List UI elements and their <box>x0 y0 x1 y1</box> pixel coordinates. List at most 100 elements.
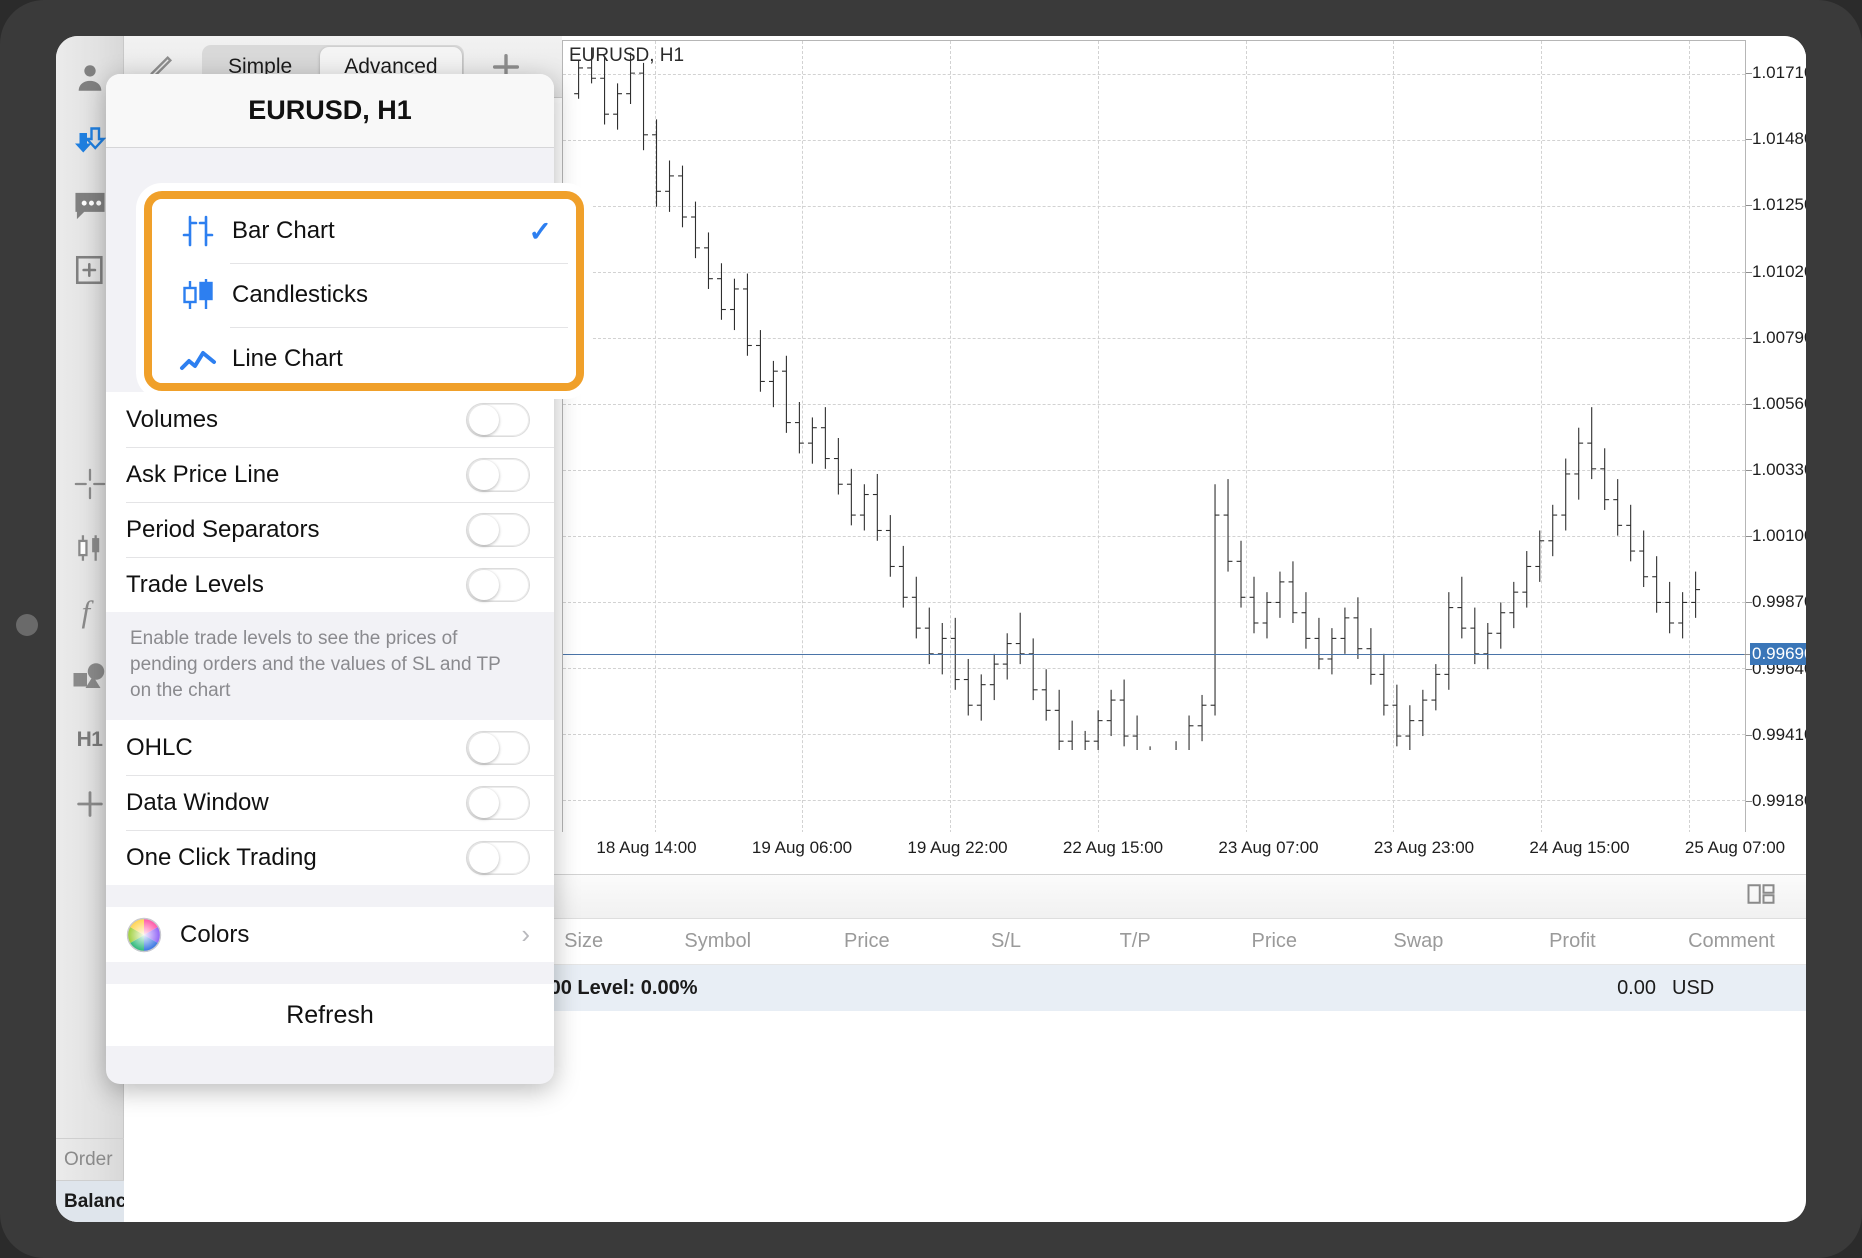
chart-type-label: Line Chart <box>232 345 343 372</box>
chart-type-label: Candlesticks <box>232 281 369 308</box>
chart-symbol-label: EURUSD, H1 <box>569 45 685 66</box>
column-header-price[interactable]: Price <box>1200 930 1349 953</box>
price-tick-label: 1.00330 <box>1745 460 1806 480</box>
display-options-group: Volumes Ask Price Line Period Separators Tr… <box>106 392 554 612</box>
chat-bubble-icon <box>74 192 105 220</box>
menu-item-colors[interactable]: Colors › <box>106 907 554 962</box>
setting-row-trade-levels[interactable]: Trade Levels <box>106 557 554 612</box>
column-header-comment[interactable]: Comment <box>1657 930 1806 953</box>
device-frame: f H1 Order Balance Simple Advanced EURUS… <box>0 0 1862 1258</box>
sidebar-label-balance: Balance <box>56 1180 137 1222</box>
bezel-camera-dot <box>16 614 38 636</box>
popover-gap-1 <box>106 148 554 170</box>
gridline-horizontal <box>563 800 1745 801</box>
time-tick-label: 19 Aug 22:00 <box>907 838 1008 857</box>
menu-item-line-chart[interactable]: Line Chart <box>152 327 576 383</box>
chart-type-group: Bar Chart ✓ Candlesticks Line Chart <box>152 199 576 383</box>
setting-row-volumes[interactable]: Volumes <box>106 392 554 447</box>
toggle-period-separators[interactable] <box>466 512 530 547</box>
toggle-ohlc[interactable] <box>466 730 530 765</box>
bar-chart-icon <box>178 214 232 248</box>
time-tick-label: 23 Aug 07:00 <box>1218 838 1319 857</box>
time-tick-label: 19 Aug 06:00 <box>751 838 853 857</box>
extra-options-group: OHLC Data Window One Click Trading <box>106 720 554 885</box>
column-header-symbol[interactable]: Symbol <box>643 930 792 953</box>
price-tick-label: 0.99180 <box>1745 791 1806 811</box>
colors-label: Colors <box>180 920 250 948</box>
arrows-updown-icon <box>74 127 106 153</box>
toggle-volumes[interactable] <box>466 402 530 437</box>
column-header-profit[interactable]: Profit <box>1488 930 1657 953</box>
toggle-ask-price-line[interactable] <box>466 457 530 492</box>
toggle-one-click-trading[interactable] <box>466 840 530 875</box>
time-tick-label: 25 Aug 07:00 <box>1684 838 1786 857</box>
price-tick-label: 1.00560 <box>1745 394 1806 414</box>
setting-row-data-window[interactable]: Data Window <box>106 775 554 830</box>
price-tick-label: 1.01480 <box>1745 129 1806 149</box>
time-axis[interactable]: 18 Aug 14:00 19 Aug 06:00 19 Aug 22:00 22 A… <box>562 832 1806 870</box>
price-axis[interactable]: 1.01710 1.01480 1.01250 1.01020 1.00790 1.005… <box>1743 40 1806 834</box>
price-tick-label: 1.01710 <box>1745 63 1806 83</box>
chart-area[interactable]: EURUSD, H1 1.017101.014801.012501.010201… <box>562 36 1806 874</box>
colors-group: Colors › <box>106 907 554 962</box>
setting-label: Volumes <box>126 405 219 433</box>
popover-title: EURUSD, H1 <box>106 74 554 148</box>
current-price-tick: 0.99690 <box>1743 643 1806 666</box>
current-price-line <box>563 653 1745 655</box>
chart-plot[interactable]: EURUSD, H1 <box>562 40 1746 834</box>
profit-value: 0.00 <box>1617 976 1656 999</box>
candlestick-icon <box>178 278 232 312</box>
column-header-s-l[interactable]: S/L <box>941 930 1070 953</box>
function-icon: f <box>81 595 94 629</box>
toggle-data-window[interactable] <box>466 785 530 820</box>
layout-icon[interactable] <box>1746 881 1776 912</box>
price-tick-label: 1.00100 <box>1745 526 1806 546</box>
refresh-button[interactable]: Refresh <box>106 984 554 1046</box>
popover-gap-3 <box>106 885 554 907</box>
column-header-swap[interactable]: Swap <box>1349 930 1488 953</box>
popover-gap-4 <box>106 962 554 984</box>
price-tick-label: 1.01250 <box>1745 195 1806 215</box>
line-chart-icon <box>178 342 232 376</box>
time-tick-label: 18 Aug 14:00 <box>596 838 697 857</box>
checkmark-icon: ✓ <box>528 215 552 247</box>
chart-type-label: Bar Chart <box>232 217 335 244</box>
new-chart-icon <box>75 255 103 285</box>
price-tick-label: 0.99870 <box>1745 592 1806 612</box>
setting-row-ohlc[interactable]: OHLC <box>106 720 554 775</box>
sidebar-bottom-labels: Order Balance <box>56 1138 137 1222</box>
chart-bars <box>563 41 1745 750</box>
color-wheel-icon-glyph <box>126 917 162 952</box>
objects-icon <box>73 663 104 688</box>
price-tick-label: 1.00790 <box>1745 328 1806 348</box>
plus-icon <box>76 791 103 817</box>
column-header-t-p[interactable]: T/P <box>1071 930 1200 953</box>
color-wheel-icon <box>126 917 180 953</box>
setting-label: One Click Trading <box>126 843 317 871</box>
layout-icon-glyph <box>1747 884 1775 904</box>
time-tick-label: 23 Aug 23:00 <box>1373 838 1475 857</box>
menu-item-bar-chart[interactable]: Bar Chart ✓ <box>152 199 576 263</box>
setting-label: Data Window <box>126 788 269 816</box>
tablet-screen: f H1 Order Balance Simple Advanced EURUS… <box>56 36 1806 1222</box>
setting-row-ask-price-line[interactable]: Ask Price Line <box>106 447 554 502</box>
menu-item-candlesticks[interactable]: Candlesticks <box>152 263 576 327</box>
chart-type-selector-highlight: Bar Chart ✓ Candlesticks Line Chart <box>144 191 584 391</box>
person-icon <box>78 65 101 91</box>
setting-label: Ask Price Line <box>126 460 280 488</box>
time-tick-label: 22 Aug 15:00 <box>1062 838 1164 857</box>
chevron-right-icon: › <box>521 919 530 949</box>
setting-row-period-separators[interactable]: Period Separators <box>106 502 554 557</box>
price-tick-label: 1.01020 <box>1745 262 1806 282</box>
setting-label: Period Separators <box>126 515 320 543</box>
column-header-price[interactable]: Price <box>792 930 941 953</box>
setting-label: Trade Levels <box>126 570 264 598</box>
price-tick-label: 0.99410 <box>1745 725 1806 745</box>
setting-row-one-click-trading[interactable]: One Click Trading <box>106 830 554 885</box>
crosshair-icon <box>74 468 105 500</box>
popover-footer: Refresh <box>106 984 554 1046</box>
candlestick-icon <box>77 535 99 561</box>
sidebar-label-order: Order <box>56 1138 124 1180</box>
svg-text:f: f <box>81 595 94 629</box>
toggle-trade-levels[interactable] <box>466 567 530 602</box>
